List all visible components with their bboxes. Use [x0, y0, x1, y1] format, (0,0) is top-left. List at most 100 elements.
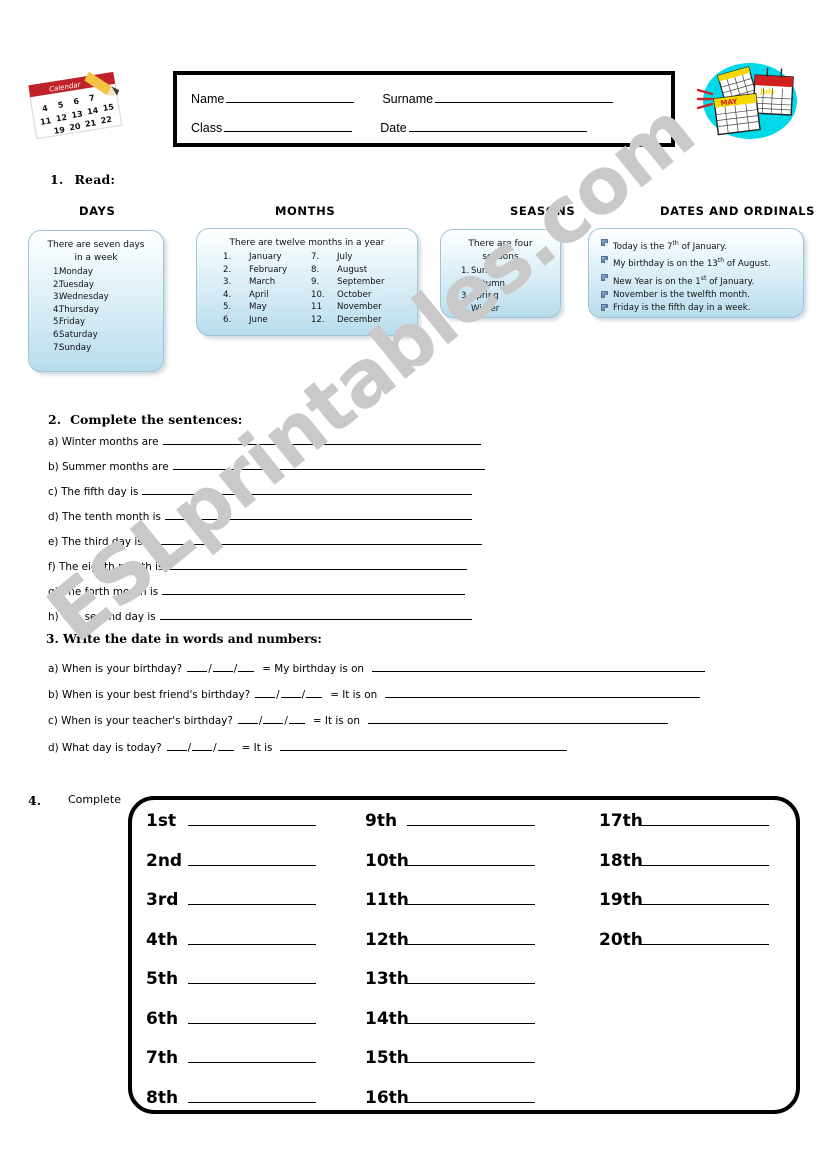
task3-answer-line[interactable] [367, 713, 668, 724]
task3-date-slot[interactable] [237, 713, 258, 724]
task3-date-slot[interactable] [212, 661, 233, 672]
task3-date-slot[interactable] [187, 661, 208, 672]
task3-question-row: d) What day is today? / / = It is [48, 740, 568, 754]
ordinal-answer-line[interactable] [188, 968, 316, 984]
column-heading-dates: DATES AND ORDINALS [660, 204, 816, 218]
watermark-text: ESLprintables.com [31, 85, 712, 660]
ordinal-row: 15th [365, 1047, 535, 1087]
task3-date-slot[interactable] [263, 713, 284, 724]
ordinal-answer-line[interactable] [407, 1087, 535, 1103]
task3-date-slot[interactable] [280, 687, 301, 698]
ordinal-answer-line[interactable] [188, 1008, 316, 1024]
month-item: 5. May [223, 301, 311, 314]
month-item: 8. August [311, 264, 417, 277]
task3-answer-line[interactable] [372, 661, 706, 672]
month-item: 7. July [311, 251, 417, 264]
ordinal-answer-line[interactable] [188, 929, 316, 945]
task3-answer-line[interactable] [280, 740, 568, 751]
month-item-index: 10. [311, 289, 325, 300]
ordinal-label: 10th [365, 850, 409, 871]
svg-text:19: 19 [53, 125, 66, 136]
ordinal-answer-line[interactable] [188, 889, 316, 905]
bullet-square-icon [601, 304, 608, 312]
seasons-intro: There are four seasons [441, 230, 560, 264]
day-item-label: Wednesday [59, 292, 109, 303]
task2-question-row: b) Summer months are [48, 459, 485, 473]
ordinal-label: 15th [365, 1048, 409, 1068]
column-heading-seasons: SEASONS [510, 204, 576, 218]
task3-date-slot[interactable] [255, 687, 276, 698]
month-item: 1. January [223, 251, 311, 264]
ordinals-column-3: 17th 18th 19th 20th [599, 800, 769, 968]
task2-answer-line[interactable] [164, 509, 472, 520]
day-item: 3. Wednesday [29, 291, 163, 304]
day-item-index: 4. [53, 304, 62, 315]
ordinal-label: 8th [146, 1087, 179, 1108]
dates-ordinals-info-box: Today is the 7th of January. My birthday … [588, 228, 804, 318]
ordinal-answer-line[interactable] [641, 810, 769, 826]
day-item: 2. Tuesday [29, 279, 163, 292]
ordinal-answer-line[interactable] [188, 1047, 316, 1063]
ordinal-answer-line[interactable] [188, 850, 316, 866]
task3-date-slot[interactable] [238, 661, 255, 672]
ordinal-answer-line[interactable] [188, 810, 316, 826]
task2-answer-line[interactable] [162, 434, 481, 445]
ordinal-answer-line[interactable] [407, 889, 535, 905]
month-item-index: 7. [311, 252, 320, 262]
task3-answer-line[interactable] [385, 687, 701, 698]
ordinal-answer-line[interactable] [641, 850, 769, 866]
ordinal-answer-line[interactable] [407, 929, 535, 945]
surname-input[interactable] [435, 91, 614, 103]
task2-question-text: d) The tenth month is [48, 511, 161, 523]
task2-answer-line[interactable] [162, 584, 466, 595]
class-date-row: Class Date [177, 120, 671, 135]
task2-answer-line[interactable] [172, 459, 485, 470]
ordinal-row: 17th [599, 800, 769, 850]
ordinal-answer-line[interactable] [407, 1047, 535, 1063]
month-item: 6. June [223, 314, 311, 327]
month-item: 2. February [223, 264, 311, 277]
task2-answer-line[interactable] [146, 534, 482, 545]
ordinal-answer-line[interactable] [407, 968, 535, 984]
month-item-index: 12. [311, 314, 325, 325]
month-item: 10. October [311, 289, 417, 302]
month-item-label: April [249, 289, 269, 300]
date-ordinal-item: My birthday is on the 13th of August. [601, 254, 803, 271]
ordinal-answer-line[interactable] [407, 850, 535, 866]
ordinal-answer-line[interactable] [641, 889, 769, 905]
column-heading-days: DAYS [79, 204, 116, 218]
day-item: 5. Friday [29, 316, 163, 329]
task2-question-row: f) The eighth month is [48, 559, 468, 573]
task3-question-row: b) When is your best friend's birthday? /… [48, 687, 701, 701]
day-item-index: 3. [53, 292, 62, 303]
task3-question-text: b) When is your best friend's birthday? [48, 689, 251, 701]
ordinal-answer-line[interactable] [407, 1008, 535, 1024]
month-item-index: 8. [311, 264, 320, 275]
season-item: 2. Autumn [441, 278, 560, 291]
name-label: Name [191, 92, 225, 106]
seasons-intro-line1: There are four [468, 239, 533, 249]
task3-date-slot[interactable] [166, 740, 187, 751]
ordinals-column-2: 9th 10th 11th 12th 13th 14th 15th 16th [365, 800, 535, 1126]
task2-answer-line[interactable] [159, 609, 472, 620]
task2-answer-line[interactable] [142, 484, 473, 495]
name-input[interactable] [226, 91, 355, 103]
ordinal-answer-line[interactable] [407, 810, 535, 826]
surname-label: Surname [382, 92, 434, 106]
date-input[interactable] [408, 120, 587, 132]
month-item-label: June [249, 314, 268, 325]
ordinal-label: 4th [146, 929, 179, 950]
class-input[interactable] [224, 120, 353, 132]
task3-date-slot[interactable] [217, 740, 234, 751]
month-item-label: October [337, 289, 372, 300]
ordinal-answer-line[interactable] [188, 1087, 316, 1103]
task3-date-slot[interactable] [306, 687, 323, 698]
month-item-index: 3. [223, 277, 232, 288]
seasons-info-box: There are four seasons 1. Summer 2. Autumn 3… [440, 229, 561, 318]
ordinal-label: 11th [365, 890, 409, 910]
task3-date-slot[interactable] [288, 713, 305, 724]
ordinal-answer-line[interactable] [641, 929, 769, 945]
task2-answer-line[interactable] [167, 559, 468, 570]
task3-date-slot[interactable] [192, 740, 213, 751]
ordinal-row: 4th [146, 929, 316, 969]
